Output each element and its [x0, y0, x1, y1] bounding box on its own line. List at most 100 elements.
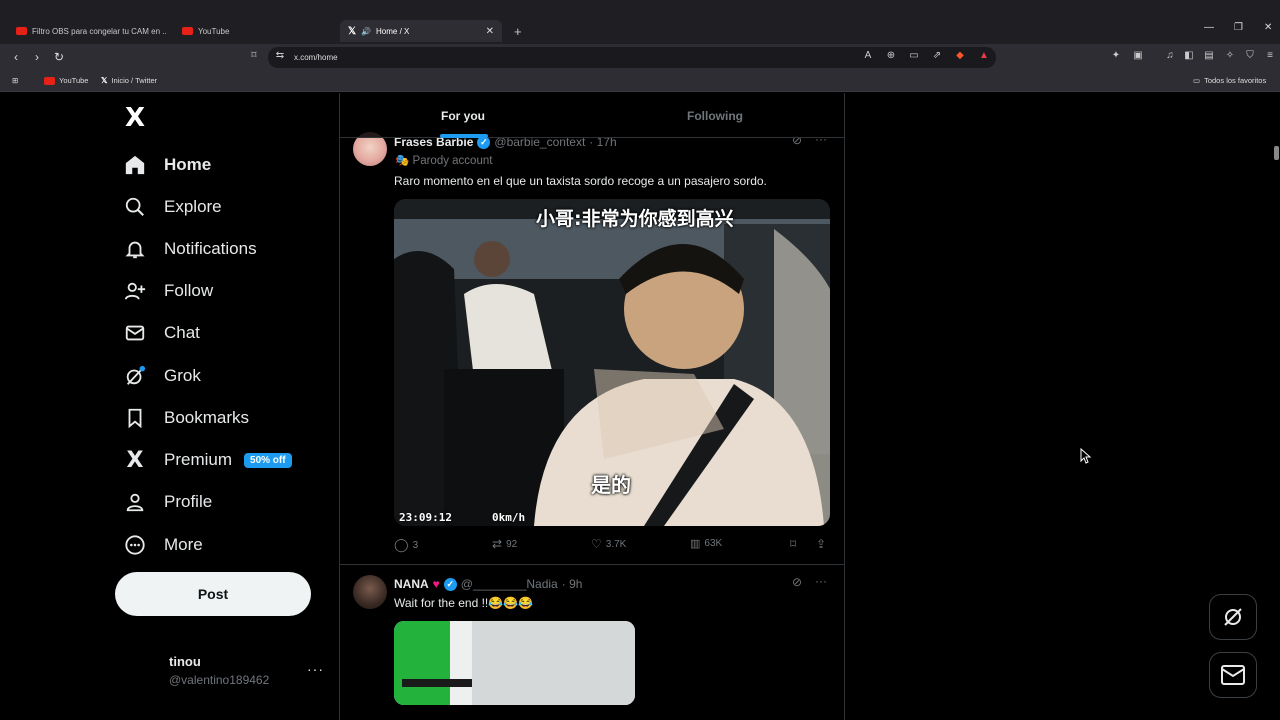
- grok-icon: [124, 365, 146, 387]
- x-icon: 𝕏: [348, 25, 357, 37]
- parody-label: 🎭 Parody account: [395, 153, 492, 167]
- brave-rewards-icon[interactable]: ▲: [978, 50, 990, 62]
- bell-icon: [124, 238, 146, 260]
- reply-button[interactable]: ◯ 3: [394, 537, 418, 553]
- translate-icon[interactable]: A: [862, 50, 874, 62]
- share-icon[interactable]: ⇗: [931, 50, 943, 62]
- cast-icon[interactable]: ▭: [908, 50, 920, 62]
- sidebar-item-label: Grok: [164, 366, 201, 385]
- new-tab-button[interactable]: +: [506, 20, 526, 42]
- sidebar-item-label: Bookmarks: [164, 408, 250, 427]
- post-button[interactable]: Post: [115, 572, 311, 616]
- parody-label-text: Parody account: [412, 155, 493, 167]
- sidebar-item-label: Explore: [164, 197, 222, 216]
- video-timestamp: 23:09:12: [399, 511, 452, 524]
- mail-icon: [124, 322, 146, 344]
- site-settings-icon[interactable]: ⇆: [274, 50, 286, 62]
- account-handle[interactable]: @valentino189462: [169, 673, 269, 687]
- heart-icon: ♡: [591, 537, 602, 551]
- repost-button[interactable]: ⇄ 92: [492, 537, 517, 551]
- music-icon[interactable]: ♫: [1164, 50, 1176, 62]
- video-frame: [394, 621, 635, 705]
- apps-icon[interactable]: ⊞: [12, 76, 18, 85]
- home-icon: [124, 154, 146, 176]
- sidebar-item-explore[interactable]: Explore: [124, 192, 222, 222]
- youtube-icon: [182, 27, 193, 35]
- premium-badge: 50% off: [244, 452, 292, 468]
- sidebar-item-bookmarks[interactable]: Bookmarks: [124, 403, 249, 433]
- tab-obs-filter[interactable]: Filtro OBS para congelar tu CAM en ...: [8, 20, 166, 42]
- sidebar-item-profile[interactable]: Profile: [124, 487, 212, 517]
- sidebar-item-label: Follow: [164, 281, 214, 300]
- tweet-video[interactable]: 小哥:非常为你感到高兴 是的 23:09:12 0km/h: [394, 199, 830, 526]
- views-button[interactable]: ▥ 63K: [690, 537, 722, 550]
- tweet-time: · 9h: [561, 577, 583, 591]
- extensions-icon[interactable]: ✦: [1110, 50, 1122, 62]
- grok-float-button[interactable]: [1209, 594, 1257, 640]
- mask-icon: 🎭: [395, 155, 410, 167]
- tab-search-icon[interactable]: ▣: [1132, 50, 1144, 62]
- feed-tabs: [340, 93, 844, 138]
- sidebar-item-more[interactable]: More: [124, 530, 203, 560]
- url-text: x.com/home: [294, 53, 338, 62]
- bookmark-label: Todos los favoritos: [1204, 76, 1267, 85]
- zoom-icon[interactable]: ⊕: [885, 50, 897, 62]
- forward-icon[interactable]: ›: [35, 50, 39, 64]
- sidebar-item-follow[interactable]: Follow: [124, 276, 213, 306]
- share-button[interactable]: ⇪: [816, 537, 826, 551]
- share-icon: ⇪: [816, 537, 827, 551]
- account-more-icon[interactable]: ···: [307, 661, 324, 677]
- brave-shield-icon[interactable]: ◆: [954, 50, 966, 62]
- all-bookmarks[interactable]: ▭ Todos los favoritos: [1193, 76, 1266, 85]
- follow-icon: [124, 280, 146, 302]
- like-button[interactable]: ♡ 3.7K: [591, 537, 626, 551]
- sidebar-item-notifications[interactable]: Notifications: [124, 234, 257, 264]
- bookmark-icon: [124, 407, 146, 429]
- tweet-actions: ◯ 3 ⇄ 92 ♡ 3.7K ▥ 63K ⌑ ⇪: [394, 537, 830, 553]
- tab-youtube[interactable]: YouTube: [174, 20, 332, 42]
- back-icon[interactable]: ‹: [14, 50, 18, 64]
- grok-icon[interactable]: ⊘: [792, 575, 802, 589]
- bookmark-button[interactable]: ⌑: [790, 537, 796, 551]
- sidebar-item-chat[interactable]: Chat: [124, 318, 200, 348]
- sidebar-item-label: Notifications: [164, 239, 257, 258]
- more-circle-icon: [124, 534, 146, 556]
- sidebar-item-grok[interactable]: Grok: [124, 361, 201, 391]
- bookmark-twitter[interactable]: 𝕏 Inicio / Twitter: [101, 76, 157, 85]
- folder-icon: ▭: [1193, 76, 1201, 85]
- verified-icon: ✓: [443, 577, 457, 591]
- tweet-more-icon[interactable]: ···: [815, 574, 827, 588]
- sidebar-toggle-icon[interactable]: ◧: [1183, 50, 1195, 62]
- restore-icon[interactable]: ❐: [1234, 22, 1243, 33]
- sidebar-item-home[interactable]: Home: [124, 150, 211, 180]
- wallet-icon[interactable]: ▤: [1203, 50, 1215, 62]
- tweet-text: Raro momento en el que un taxista sordo …: [394, 174, 767, 188]
- close-window-icon[interactable]: ✕: [1264, 22, 1272, 33]
- messages-float-button[interactable]: [1209, 652, 1257, 698]
- like-count: 3.7K: [605, 538, 627, 550]
- account-name[interactable]: tinou: [169, 654, 201, 669]
- tab-following[interactable]: Following: [687, 109, 743, 123]
- vpn-icon[interactable]: ⛉: [1244, 50, 1256, 62]
- x-logo[interactable]: X: [125, 103, 145, 133]
- person-icon: [124, 491, 146, 513]
- author-name: NANA: [394, 577, 429, 591]
- reload-icon[interactable]: ↻: [54, 50, 64, 64]
- heart-icon: ♥: [432, 577, 440, 591]
- tweet-author[interactable]: NANA ♥ ✓ @________Nadia · 9h: [394, 577, 582, 591]
- minimize-icon[interactable]: —: [1204, 22, 1214, 33]
- mouse-cursor-icon: [1080, 448, 1092, 464]
- bookmark-page-icon[interactable]: ⌑: [248, 50, 260, 62]
- close-icon[interactable]: ✕: [486, 26, 494, 37]
- leo-icon[interactable]: ✧: [1224, 50, 1236, 62]
- tab-for-you[interactable]: For you: [441, 109, 485, 123]
- scrollbar-thumb[interactable]: [1274, 146, 1279, 160]
- bookmark-label: YouTube: [59, 76, 89, 85]
- tab-home-x[interactable]: 𝕏 🔊 Home / X ✕: [340, 20, 502, 42]
- bookmark-label: Inicio / Twitter: [111, 76, 158, 85]
- bookmark-youtube[interactable]: YouTube: [44, 76, 88, 85]
- tweet-video[interactable]: [394, 621, 635, 705]
- sidebar-item-premium[interactable]: X Premium 50% off: [124, 445, 292, 475]
- menu-icon[interactable]: ≡: [1264, 50, 1276, 62]
- avatar[interactable]: [353, 575, 387, 609]
